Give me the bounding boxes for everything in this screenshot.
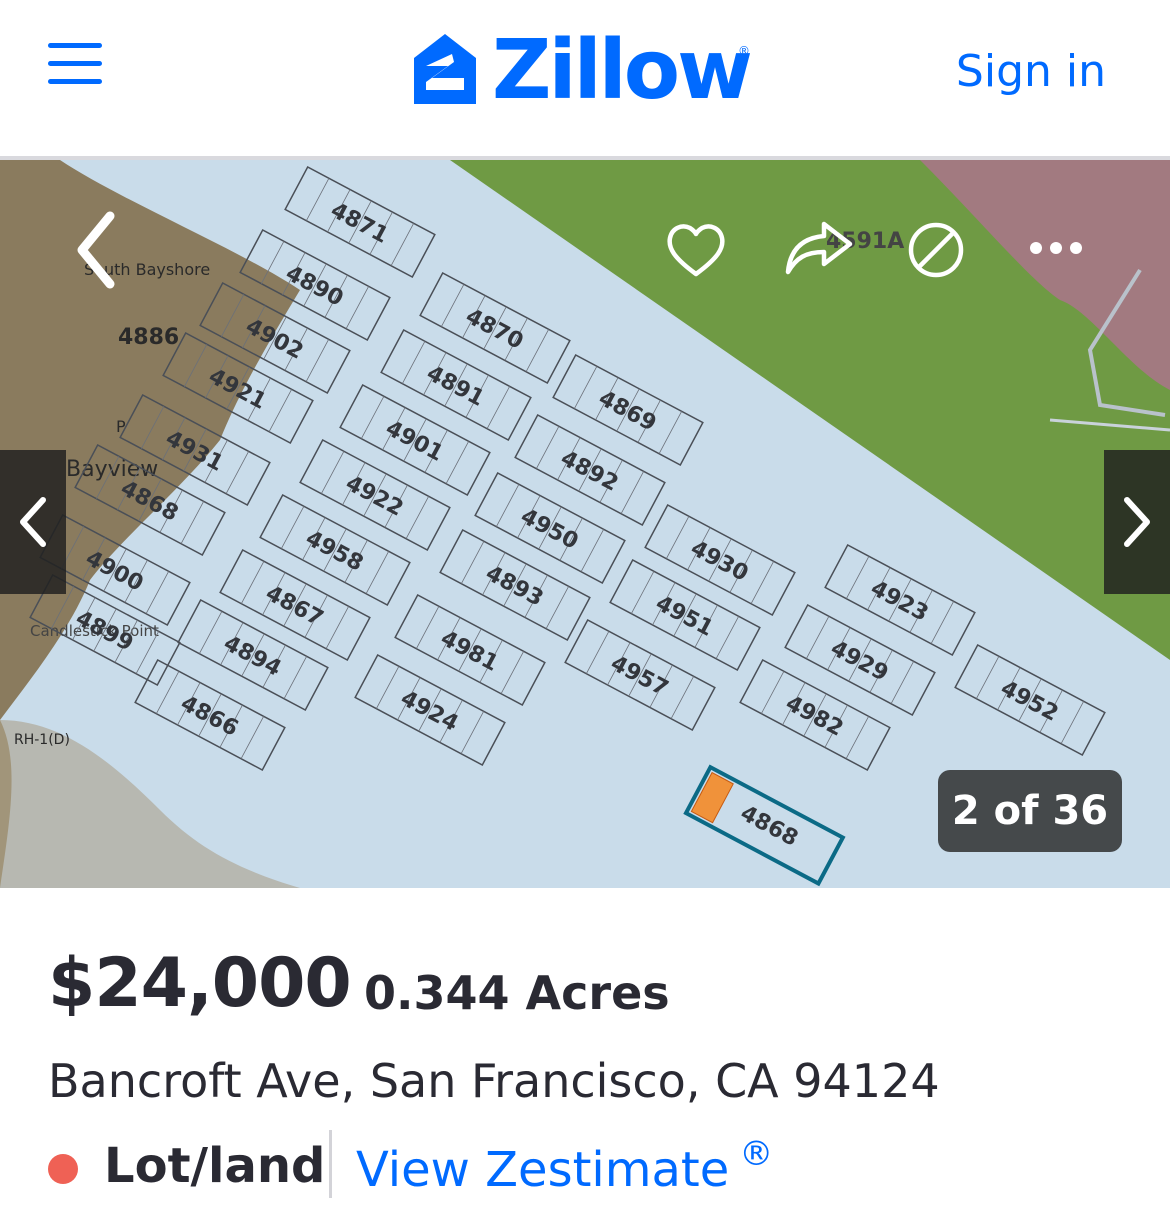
more-options-icon[interactable] xyxy=(1026,234,1086,262)
previous-photo-button[interactable] xyxy=(0,450,66,594)
chevron-left-icon xyxy=(20,497,46,547)
listing-photo[interactable]: South Bayshore 4886 P Bayview Candlestic… xyxy=(0,160,1170,888)
lot-size: 0.344 Acres xyxy=(364,966,670,1020)
share-icon[interactable] xyxy=(784,220,854,276)
listing-status: Lot/land xyxy=(104,1138,326,1194)
photo-counter: 2 of 36 xyxy=(938,770,1122,852)
zillow-logo[interactable]: Zillow ® xyxy=(412,26,772,116)
zillow-house-icon xyxy=(414,34,476,104)
status-dot-icon xyxy=(48,1154,78,1184)
top-header: Zillow ® Sign in xyxy=(0,0,1170,160)
sign-in-link[interactable]: Sign in xyxy=(956,46,1106,97)
zestimate-registered-mark: ® xyxy=(739,1134,774,1174)
view-zestimate-link[interactable]: View Zestimate ® xyxy=(356,1134,773,1198)
hide-home-icon[interactable] xyxy=(906,220,966,280)
logo-text: Zillow xyxy=(492,23,753,118)
map-label-4886: 4886 xyxy=(118,325,179,350)
hamburger-menu-icon[interactable] xyxy=(44,40,106,88)
logo-registered-mark: ® xyxy=(738,44,750,58)
listing-address: Bancroft Ave, San Francisco, CA 94124 xyxy=(48,1054,940,1108)
divider xyxy=(329,1130,332,1198)
listing-price: $24,000 xyxy=(48,944,352,1023)
map-label-p: P xyxy=(116,417,126,436)
back-icon[interactable] xyxy=(68,210,128,290)
heart-icon[interactable] xyxy=(664,220,728,280)
chevron-right-icon xyxy=(1124,497,1150,547)
map-label-zoning: RH-1(D) xyxy=(14,732,70,748)
status-row: Lot/land View Zestimate ® xyxy=(48,1128,1048,1200)
next-photo-button[interactable] xyxy=(1104,450,1170,594)
zestimate-label: View Zestimate xyxy=(356,1142,730,1198)
